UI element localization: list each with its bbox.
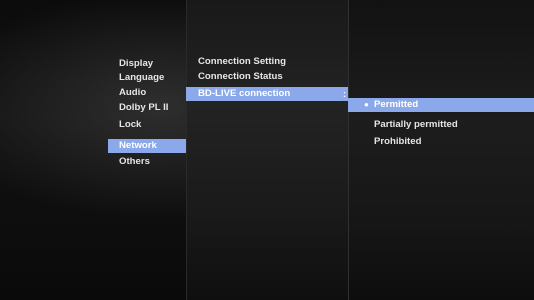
menu-item-label: Language	[119, 72, 165, 83]
option-permitted[interactable]: ● Permitted	[348, 98, 534, 112]
submenu-item-connection-status[interactable]: Connection Status	[198, 70, 283, 84]
settings-screen: Display Language Audio Dolby PL II Lock …	[0, 0, 534, 300]
option-prohibited[interactable]: Prohibited	[374, 135, 421, 149]
menu-item-language[interactable]: Language	[119, 71, 164, 85]
options-panel	[348, 0, 534, 300]
menu-item-label: Lock	[119, 119, 142, 130]
submenu-item-bd-live-connection[interactable]: BD-LIVE connection :	[186, 87, 348, 101]
menu-item-others[interactable]: Others	[119, 155, 150, 169]
submenu-item-label: Connection Setting	[198, 56, 286, 67]
menu-item-audio[interactable]: Audio	[119, 86, 146, 100]
menu-item-label: Dolby PL II	[119, 102, 169, 113]
submenu-item-label: Connection Status	[198, 71, 283, 82]
menu-item-label: Audio	[119, 87, 147, 98]
submenu-item-label: BD-LIVE connection	[198, 88, 291, 99]
menu-item-dolby-pl-ii[interactable]: Dolby PL II	[119, 101, 168, 115]
submenu-item-connection-setting[interactable]: Connection Setting	[198, 55, 286, 69]
option-label: Permitted	[374, 99, 419, 110]
menu-item-label: Network	[119, 140, 157, 151]
menu-item-label: Display	[119, 58, 154, 69]
menu-item-lock[interactable]: Lock	[119, 118, 141, 132]
submenu-arrow-icon: :	[343, 89, 346, 99]
menu-item-network[interactable]: Network	[108, 139, 186, 153]
menu-item-label: Others	[119, 156, 150, 167]
sub-menu-panel	[186, 0, 349, 300]
option-label: Partially permitted	[374, 119, 458, 130]
selected-bullet-icon: ●	[364, 100, 369, 109]
menu-item-display[interactable]: Display	[119, 57, 153, 71]
option-label: Prohibited	[374, 136, 422, 147]
option-partially-permitted[interactable]: Partially permitted	[374, 118, 458, 132]
